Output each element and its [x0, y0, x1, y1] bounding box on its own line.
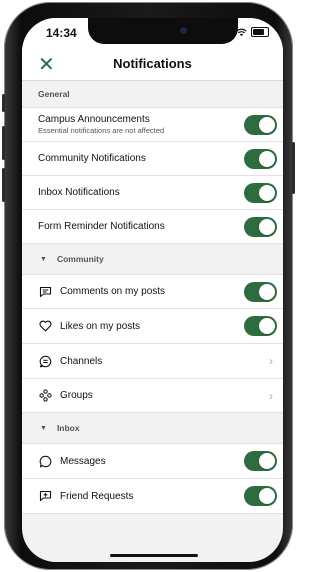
toggle-friend-requests[interactable] [244, 486, 277, 506]
toggle-community-notifications[interactable] [244, 148, 277, 169]
row-sublabel: Essential notifications are not affected [38, 126, 165, 135]
collapse-triangle-icon: ▼ [40, 424, 47, 432]
volume-up-button [2, 126, 5, 160]
toggle-messages[interactable] [244, 451, 277, 471]
mute-switch [2, 94, 5, 112]
chevron-right-icon: › [269, 354, 273, 368]
row-comments-on-my-posts[interactable]: Comments on my posts [22, 275, 283, 309]
row-label: Messages [60, 455, 106, 467]
friend-request-icon [38, 489, 52, 503]
row-label: Likes on my posts [60, 320, 141, 332]
row-channels[interactable]: Channels › [22, 344, 283, 379]
power-button [292, 142, 295, 194]
row-campus-announcements[interactable]: Campus Announcements Essential notificat… [22, 108, 283, 142]
section-general: General [22, 81, 283, 108]
channels-icon [38, 354, 52, 368]
camera [180, 27, 187, 34]
row-community-notifications[interactable]: Community Notifications [22, 142, 283, 176]
status-time: 14:34 [46, 26, 77, 40]
groups-icon [38, 389, 52, 403]
row-groups[interactable]: Groups › [22, 379, 283, 413]
volume-down-button [2, 168, 5, 202]
row-likes-on-my-posts[interactable]: Likes on my posts [22, 309, 283, 344]
row-label: Community Notifications [38, 153, 146, 164]
row-label: Campus Announcements [38, 114, 150, 125]
row-messages[interactable]: Messages [22, 444, 283, 479]
heart-icon [38, 319, 52, 333]
row-text-group: Campus Announcements Essential notificat… [38, 114, 164, 135]
phone-frame: 14:34 ✕ Notifications General Campus Ann… [2, 2, 295, 570]
toggle-inbox-notifications[interactable] [244, 182, 277, 203]
toggle-comments-on-my-posts[interactable] [244, 281, 277, 302]
section-label: Inbox [56, 423, 80, 433]
row-form-reminder-notifications[interactable]: Form Reminder Notifications [22, 210, 283, 244]
message-icon [38, 454, 52, 468]
battery-icon [251, 27, 269, 37]
toggle-form-reminder-notifications[interactable] [244, 216, 277, 237]
toggle-campus-announcements[interactable] [244, 114, 277, 135]
row-label: Inbox Notifications [38, 187, 120, 198]
nav-bar: ✕ Notifications [22, 48, 283, 81]
row-label: Comments on my posts [60, 286, 166, 297]
row-label: Friend Requests [60, 490, 134, 502]
comment-icon [38, 285, 52, 299]
section-label: Community [56, 254, 104, 264]
row-inbox-notifications[interactable]: Inbox Notifications [22, 176, 283, 210]
page-title: Notifications [113, 56, 192, 71]
row-friend-requests[interactable]: Friend Requests [22, 479, 283, 514]
row-label: Channels [60, 355, 103, 367]
notch [88, 18, 238, 44]
home-indicator[interactable] [110, 554, 198, 557]
collapse-triangle-icon: ▼ [40, 255, 47, 263]
section-community[interactable]: ▼ Community [22, 244, 283, 275]
row-label: Groups [60, 390, 93, 401]
section-label: General [38, 89, 70, 99]
toggle-likes-on-my-posts[interactable] [244, 316, 277, 336]
chevron-right-icon: › [269, 388, 273, 403]
screen: 14:34 ✕ Notifications General Campus Ann… [22, 18, 283, 562]
row-label: Form Reminder Notifications [38, 221, 165, 232]
settings-list: General Campus Announcements Essential n… [22, 81, 283, 514]
section-inbox[interactable]: ▼ Inbox [22, 413, 283, 444]
